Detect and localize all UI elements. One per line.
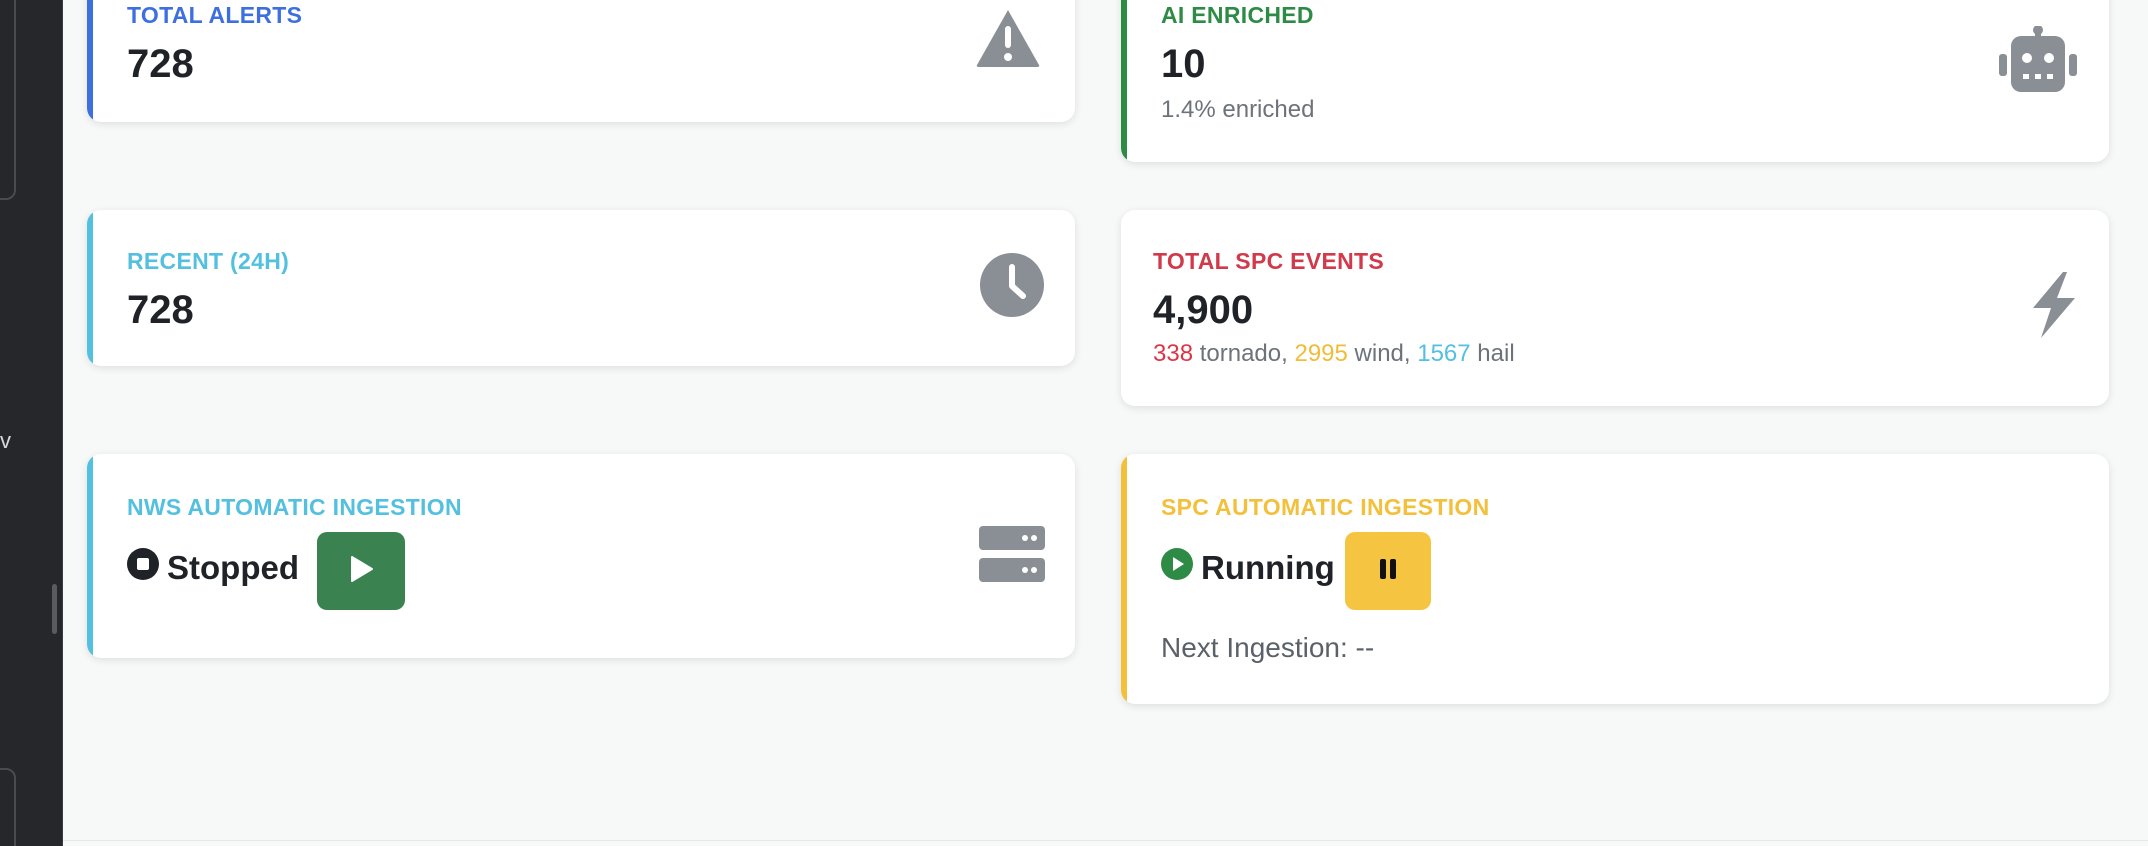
hail-label: hail [1477, 340, 1515, 367]
content-divider [63, 840, 2148, 841]
start-ingestion-button[interactable] [317, 532, 405, 610]
total-alerts-card: TOTAL ALERTS 728 [87, 0, 1075, 122]
status-label: Stopped [167, 549, 299, 586]
play-icon [348, 555, 374, 588]
card-value: 10 [1161, 42, 1206, 86]
pause-ingestion-button[interactable] [1345, 532, 1431, 610]
hail-count: 1567 [1417, 340, 1471, 367]
dashboard-main: TOTAL ALERTS 728 AI ENRICHED 10 1.4% enr… [62, 0, 2148, 846]
server-icon [979, 526, 1045, 589]
next-ingestion-label: Next Ingestion: -- [1161, 632, 1375, 663]
card-value: 728 [127, 288, 194, 332]
card-title: RECENT (24H) [127, 248, 290, 274]
tornado-count: 338 [1153, 340, 1194, 367]
card-title: TOTAL ALERTS [127, 2, 303, 28]
sidebar-panel-outline [0, 768, 16, 846]
card-title: TOTAL SPC EVENTS [1153, 248, 1385, 274]
ai-enriched-card: AI ENRICHED 10 1.4% enriched [1121, 0, 2109, 162]
lightning-bolt-icon [2027, 272, 2079, 343]
sidebar: v [0, 0, 62, 846]
wind-label: wind, [1354, 340, 1411, 367]
wind-count: 2995 [1294, 340, 1348, 367]
warning-triangle-icon [975, 8, 1041, 73]
spc-status: Running [1161, 548, 1335, 588]
total-spc-events-card: TOTAL SPC EVENTS 4,900 338 tornado, 2995… [1121, 210, 2109, 406]
status-label: Running [1201, 549, 1335, 586]
resize-handle[interactable] [52, 584, 57, 634]
robot-icon [1997, 25, 2079, 99]
tornado-label: tornado, [1199, 340, 1288, 367]
clock-icon [979, 252, 1045, 323]
enriched-percent: 1.4% enriched [1161, 96, 1315, 123]
card-value: 4,900 [1153, 288, 1254, 332]
pause-icon [1378, 558, 1398, 585]
card-value: 728 [127, 42, 194, 86]
nws-status: Stopped [127, 548, 299, 588]
stop-circle-icon [127, 548, 159, 588]
play-circle-icon [1161, 548, 1193, 588]
spc-breakdown: 338 tornado, 2995 wind, 1567 hail [1153, 340, 1515, 368]
recent-24h-card: RECENT (24H) 728 [87, 210, 1075, 366]
card-title: NWS AUTOMATIC INGESTION [127, 494, 462, 520]
spc-ingestion-card: SPC AUTOMATIC INGESTION Running Next Ing… [1121, 454, 2109, 704]
nws-ingestion-card: NWS AUTOMATIC INGESTION Stopped [87, 454, 1075, 658]
sidebar-panel-outline [0, 0, 16, 200]
card-title: AI ENRICHED [1161, 2, 1314, 28]
sidebar-text-fragment: v [0, 428, 11, 453]
card-title: SPC AUTOMATIC INGESTION [1161, 494, 1490, 520]
